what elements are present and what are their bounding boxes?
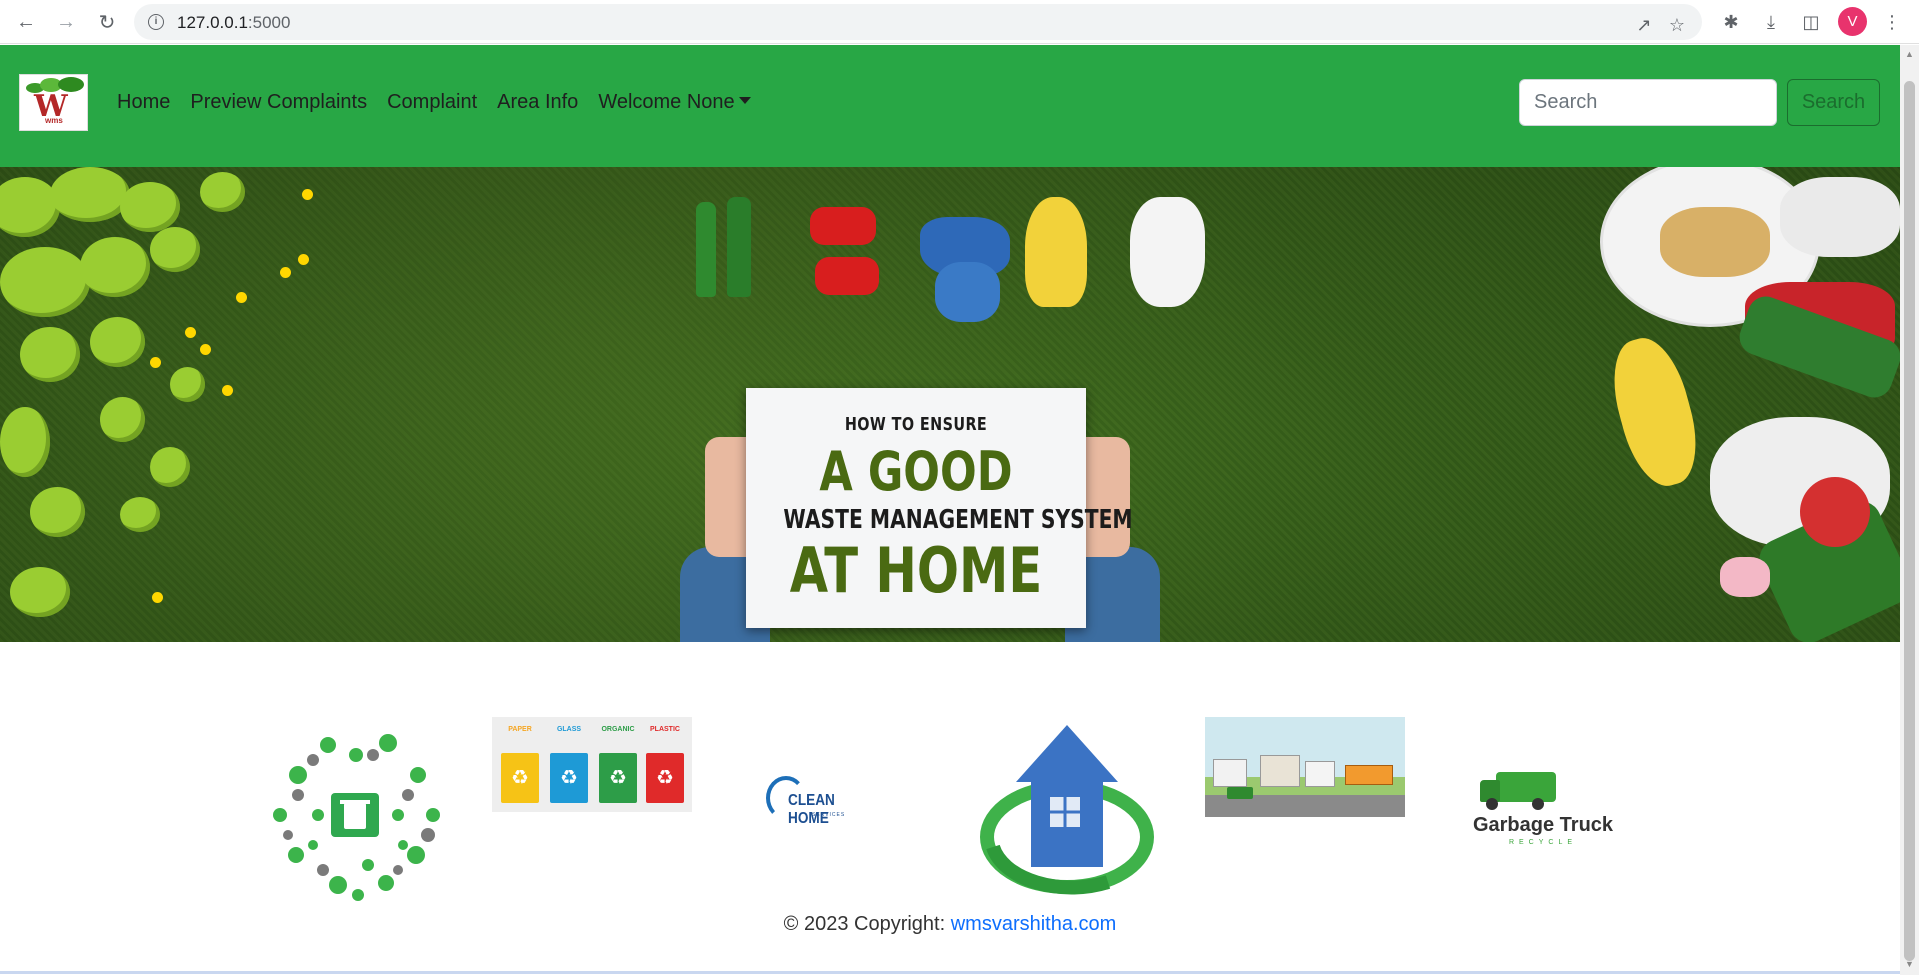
recycle-icon: ♻	[599, 753, 637, 803]
bin-label-organic: ORGANIC	[601, 726, 635, 733]
brand-logo[interactable]: W wms	[19, 74, 88, 131]
download-icon[interactable]: ⤓	[1759, 10, 1783, 34]
thumbnail-row: PAPER GLASS ORGANIC PLASTIC ♻ ♻ ♻ ♻ CLEA…	[0, 642, 1900, 911]
nav-welcome-dropdown[interactable]: Welcome None	[598, 91, 751, 114]
star-icon[interactable]: ☆	[1666, 14, 1688, 36]
copyright-text: © 2023 Copyright:	[783, 913, 951, 935]
nav-complaint[interactable]: Complaint	[387, 91, 477, 114]
town-street-image	[1205, 717, 1405, 817]
garbage-truck-logo: Garbage Truck RECYCLE	[1458, 762, 1628, 852]
foliage-left	[0, 167, 320, 642]
profile-avatar[interactable]: V	[1838, 7, 1867, 36]
welcome-label: Welcome None	[598, 91, 735, 113]
sign-line-4: AT HOME	[789, 534, 1043, 607]
recycle-icon: ♻	[501, 753, 539, 803]
extensions-icon[interactable]: ✱	[1719, 10, 1743, 34]
bottle-icon	[727, 197, 751, 297]
hero-banner: HOW TO ENSURE A GOOD WASTE MANAGEMENT SY…	[0, 167, 1900, 642]
logo-subtext: wms	[45, 116, 63, 125]
footer-link[interactable]: wmsvarshitha.com	[951, 913, 1117, 935]
clean-home-title: CLEAN HOME	[788, 792, 835, 827]
sidepanel-icon[interactable]: ◫	[1799, 10, 1823, 34]
house-recycle-image	[968, 717, 1166, 907]
url-text[interactable]: 127.0.0.1:5000	[177, 13, 290, 33]
can-icon	[810, 207, 876, 245]
scroll-up-icon[interactable]: ▲	[1904, 49, 1915, 61]
truck-body-icon	[1496, 772, 1556, 802]
page-viewport: W wms Home Preview Complaints Complaint …	[0, 45, 1900, 975]
share-icon[interactable]: ↗	[1633, 14, 1655, 36]
plastic-bottle-icon	[935, 262, 1000, 322]
caret-down-icon	[738, 97, 751, 104]
banana-peel-icon	[1025, 197, 1087, 307]
clean-home-subtitle: SERVICES	[812, 812, 846, 818]
back-icon[interactable]: ←	[13, 9, 39, 35]
browser-toolbar: ← → ↻ i 127.0.0.1:5000 ↗ ☆ ✱ ⤓ ◫ V ⋮	[0, 0, 1919, 44]
info-icon[interactable]: i	[148, 14, 164, 30]
bottle-icon	[696, 202, 716, 297]
truck-logo-subtitle: RECYCLE	[1508, 839, 1578, 846]
sign-line-3: WASTE MANAGEMENT SYSTEM	[783, 505, 1133, 535]
nav-home[interactable]: Home	[117, 91, 170, 114]
page-scrollbar[interactable]: ▲ ▼	[1900, 45, 1919, 975]
search-input[interactable]	[1519, 79, 1777, 126]
can-icon	[815, 257, 879, 295]
nav-links: Home Preview Complaints Complaint Area I…	[117, 91, 751, 114]
bin-label-paper: PAPER	[508, 726, 532, 733]
truck-icon	[1227, 787, 1253, 799]
bin-label-plastic: PLASTIC	[650, 726, 680, 733]
reload-icon[interactable]: ↻	[94, 9, 120, 35]
scroll-thumb[interactable]	[1904, 81, 1915, 961]
recycle-icon: ♻	[646, 753, 684, 803]
eco-icons-image	[258, 715, 454, 911]
recycle-bins-image: PAPER GLASS ORGANIC PLASTIC ♻ ♻ ♻ ♻	[492, 717, 692, 812]
footer: © 2023 Copyright: wmsvarshitha.com	[0, 913, 1900, 953]
trash-pile	[1560, 167, 1900, 642]
crumpled-paper-icon	[1130, 197, 1205, 307]
bin-label-glass: GLASS	[556, 726, 582, 733]
address-bar[interactable]: i 127.0.0.1:5000 ↗ ☆	[134, 4, 1702, 40]
sign-line-1: HOW TO ENSURE	[844, 414, 988, 435]
hero-sign: HOW TO ENSURE A GOOD WASTE MANAGEMENT SY…	[746, 388, 1133, 628]
scroll-down-icon[interactable]: ▼	[1904, 959, 1915, 971]
recycle-icon: ♻	[550, 753, 588, 803]
forward-icon[interactable]: →	[53, 9, 79, 35]
navbar: W wms Home Preview Complaints Complaint …	[0, 45, 1900, 167]
menu-icon[interactable]: ⋮	[1880, 10, 1904, 34]
nav-preview-complaints[interactable]: Preview Complaints	[190, 91, 367, 114]
search-button[interactable]: Search	[1787, 79, 1880, 126]
nav-area-info[interactable]: Area Info	[497, 91, 578, 114]
bottom-divider	[0, 971, 1900, 974]
truck-logo-title: Garbage Truck	[1472, 814, 1614, 836]
clean-home-logo: CLEAN HOME SERVICES	[760, 772, 890, 832]
sign-line-2: A GOOD	[819, 440, 1013, 503]
